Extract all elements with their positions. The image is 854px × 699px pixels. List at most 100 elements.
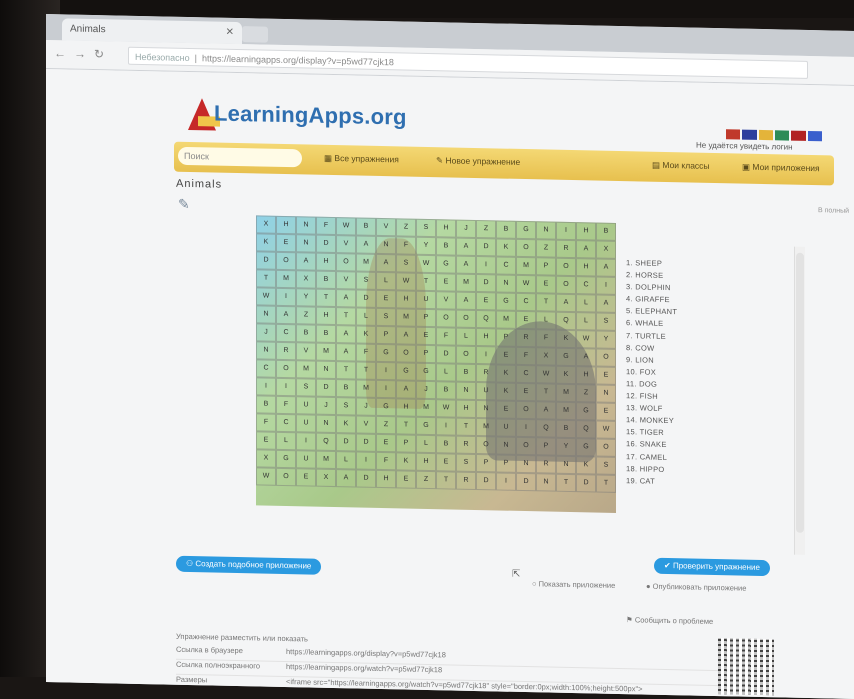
grid-cell[interactable]: W xyxy=(576,330,596,349)
grid-cell[interactable]: X xyxy=(256,215,276,234)
grid-cell[interactable]: D xyxy=(476,238,496,257)
grid-cell[interactable]: G xyxy=(376,397,396,417)
grid-cell[interactable]: J xyxy=(456,219,476,239)
grid-cell[interactable]: A xyxy=(376,253,396,273)
grid-cell[interactable]: V xyxy=(356,415,376,434)
grid-cell[interactable]: S xyxy=(416,218,436,238)
grid-cell[interactable]: D xyxy=(476,274,496,293)
grid-cell[interactable]: O xyxy=(556,275,576,295)
grid-cell[interactable]: B xyxy=(596,222,616,241)
grid-cell[interactable]: L xyxy=(356,307,376,326)
grid-cell[interactable]: R xyxy=(456,471,476,491)
grid-cell[interactable]: G xyxy=(396,362,416,381)
grid-cell[interactable]: P xyxy=(536,257,556,276)
grid-cell[interactable]: G xyxy=(416,362,436,382)
grid-cell[interactable]: G xyxy=(516,220,536,240)
grid-cell[interactable]: B xyxy=(316,270,336,290)
grid-cell[interactable]: M xyxy=(556,401,576,421)
grid-cell[interactable]: A xyxy=(336,469,356,488)
tab-close-icon[interactable]: ✕ xyxy=(226,22,234,44)
grid-cell[interactable]: O xyxy=(276,467,296,487)
grid-cell[interactable]: Q xyxy=(536,419,556,438)
grid-cell[interactable]: W xyxy=(596,420,616,439)
grid-cell[interactable]: Q xyxy=(476,310,496,329)
grid-cell[interactable]: M xyxy=(496,310,516,329)
grid-cell[interactable]: E xyxy=(376,289,396,309)
back-icon[interactable]: ← xyxy=(54,46,66,60)
grid-cell[interactable]: Y xyxy=(596,330,616,349)
grid-cell[interactable]: F xyxy=(376,451,396,471)
grid-cell[interactable]: T xyxy=(256,269,276,288)
grid-cell[interactable]: Z xyxy=(396,218,416,237)
grid-cell[interactable]: C xyxy=(256,359,276,378)
grid-cell[interactable]: F xyxy=(536,329,556,348)
grid-cell[interactable]: F xyxy=(316,216,336,236)
grid-cell[interactable]: J xyxy=(256,323,276,342)
grid-cell[interactable]: M xyxy=(276,269,296,289)
grid-cell[interactable]: J xyxy=(316,396,336,416)
grid-cell[interactable]: T xyxy=(456,417,476,437)
grid-cell[interactable]: P xyxy=(476,454,496,473)
grid-cell[interactable]: N xyxy=(496,436,516,455)
grid-cell[interactable]: N xyxy=(256,305,276,324)
grid-cell[interactable]: B xyxy=(436,381,456,400)
grid-cell[interactable]: A xyxy=(296,252,316,271)
grid-cell[interactable]: A xyxy=(396,326,416,345)
grid-cell[interactable]: Z xyxy=(296,306,316,325)
forward-icon[interactable]: → xyxy=(74,47,86,61)
grid-cell[interactable]: I xyxy=(516,418,536,438)
grid-cell[interactable]: C xyxy=(276,413,296,433)
grid-cell[interactable]: T xyxy=(536,383,556,402)
grid-cell[interactable]: Y xyxy=(296,288,316,307)
grid-cell[interactable]: J xyxy=(416,380,436,400)
grid-cell[interactable]: I xyxy=(556,221,576,241)
grid-cell[interactable]: O xyxy=(456,309,476,329)
grid-cell[interactable]: D xyxy=(436,345,456,364)
grid-cell[interactable]: Y xyxy=(556,437,576,457)
grid-cell[interactable]: K xyxy=(256,233,276,252)
grid-cell[interactable]: R xyxy=(516,328,536,348)
grid-cell[interactable]: S xyxy=(356,271,376,290)
grid-cell[interactable]: E xyxy=(496,346,516,365)
grid-cell[interactable]: I xyxy=(496,472,516,491)
grid-cell[interactable]: H xyxy=(316,306,336,326)
grid-cell[interactable]: O xyxy=(336,253,356,272)
grid-cell[interactable]: O xyxy=(596,348,616,367)
grid-cell[interactable]: Z xyxy=(376,415,396,435)
grid-cell[interactable]: E xyxy=(276,233,296,253)
grid-cell[interactable]: G xyxy=(436,255,456,274)
grid-cell[interactable]: O xyxy=(516,400,536,420)
grid-cell[interactable]: F xyxy=(356,343,376,362)
grid-cell[interactable]: H xyxy=(376,469,396,489)
grid-cell[interactable]: U xyxy=(296,396,316,415)
grid-cell[interactable]: H xyxy=(316,252,336,272)
grid-cell[interactable]: B xyxy=(256,395,276,414)
grid-cell[interactable]: V xyxy=(336,235,356,254)
logo-text[interactable]: LearningApps.org xyxy=(214,101,407,131)
grid-cell[interactable]: Z xyxy=(476,220,496,239)
grid-cell[interactable]: D xyxy=(316,234,336,254)
grid-cell[interactable]: A xyxy=(336,289,356,308)
grid-cell[interactable]: F xyxy=(516,346,536,366)
grid-cell[interactable]: F xyxy=(256,413,276,432)
grid-cell[interactable]: C xyxy=(576,276,596,295)
grid-cell[interactable]: K xyxy=(356,325,376,344)
grid-cell[interactable]: O xyxy=(596,438,616,457)
grid-cell[interactable]: M xyxy=(316,450,336,470)
grid-cell[interactable]: A xyxy=(556,293,576,313)
grid-cell[interactable]: R xyxy=(556,239,576,259)
grid-cell[interactable]: Z xyxy=(576,384,596,403)
grid-cell[interactable]: T xyxy=(356,361,376,380)
grid-cell[interactable]: M xyxy=(396,308,416,327)
grid-cell[interactable]: B xyxy=(336,379,356,398)
grid-cell[interactable]: G xyxy=(576,438,596,457)
grid-cell[interactable]: B xyxy=(316,324,336,344)
grid-cell[interactable]: A xyxy=(456,255,476,275)
grid-cell[interactable]: R xyxy=(476,364,496,383)
grid-cell[interactable]: B xyxy=(356,217,376,236)
scrollbar[interactable] xyxy=(794,246,805,555)
my-apps-button[interactable]: ▣ Мои приложения xyxy=(742,162,820,175)
grid-cell[interactable]: M xyxy=(476,418,496,437)
grid-cell[interactable]: N xyxy=(536,221,556,240)
grid-cell[interactable]: H xyxy=(416,452,436,472)
